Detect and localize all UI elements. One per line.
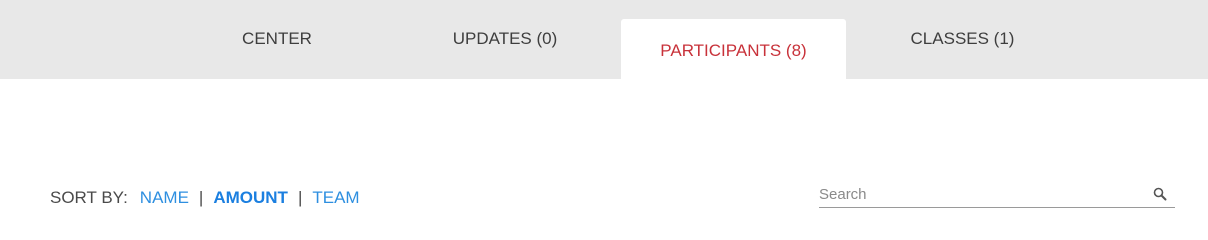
- tab-updates[interactable]: UPDATES (0): [430, 19, 580, 59]
- sort-option-amount[interactable]: AMOUNT: [213, 188, 288, 208]
- tab-center[interactable]: CENTER: [210, 19, 344, 59]
- sort-option-team[interactable]: TEAM: [312, 188, 359, 208]
- sort-bar: SORT BY: NAME | AMOUNT | TEAM: [50, 184, 360, 212]
- tab-bar: CENTER UPDATES (0) PARTICIPANTS (8) CLAS…: [0, 0, 1208, 79]
- tab-participants[interactable]: PARTICIPANTS (8): [621, 19, 846, 79]
- sort-separator: |: [198, 188, 204, 207]
- sort-by-label: SORT BY:: [50, 188, 128, 207]
- sort-separator: |: [297, 188, 303, 207]
- search-icon[interactable]: [1153, 187, 1167, 201]
- sort-option-name[interactable]: NAME: [140, 188, 189, 208]
- tab-classes[interactable]: CLASSES (1): [880, 19, 1045, 59]
- search-box: [819, 182, 1175, 208]
- search-input[interactable]: [819, 182, 1139, 206]
